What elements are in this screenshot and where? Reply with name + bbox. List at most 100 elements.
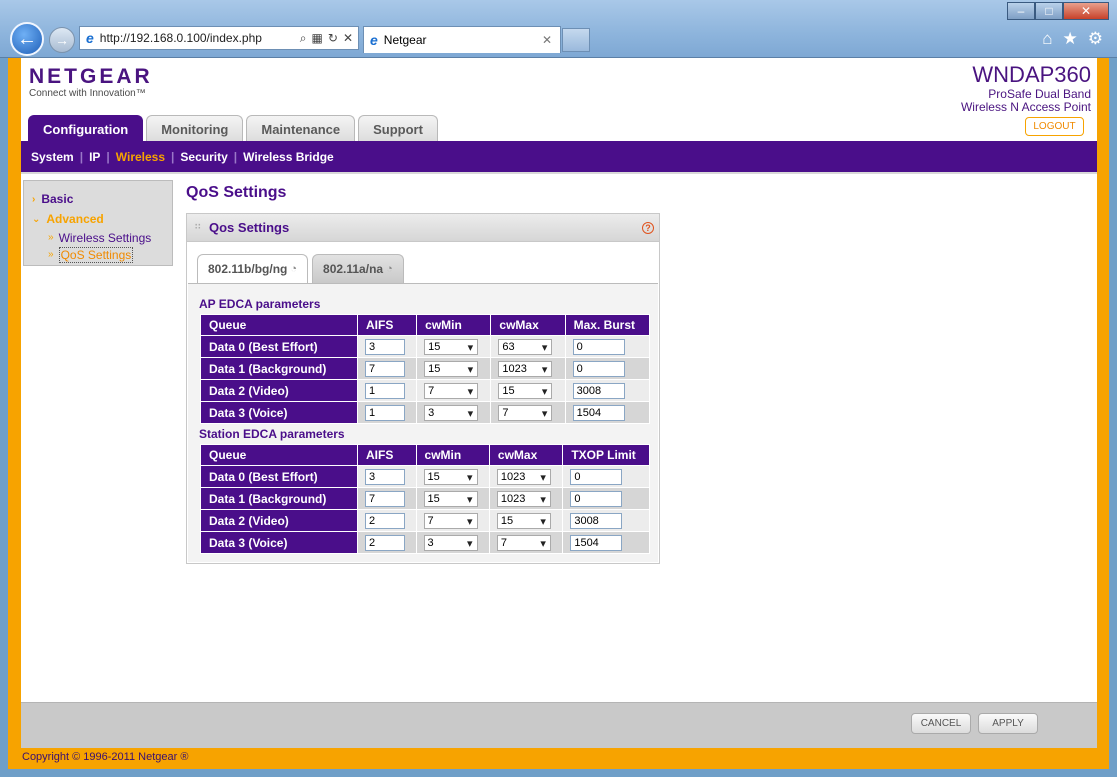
tab-support[interactable]: Support bbox=[358, 115, 438, 142]
aifs-input[interactable]: 7 bbox=[365, 360, 405, 377]
sidebar: › Basic ⌄ Advanced » Wireless Settings »… bbox=[23, 180, 173, 266]
stop-icon[interactable]: ✕ bbox=[343, 31, 353, 46]
table-row: Data 0 (Best Effort) 3 15 1023 0 bbox=[200, 465, 650, 488]
compat-icon[interactable]: ▦ bbox=[312, 31, 323, 46]
table-cell: 15 bbox=[415, 487, 490, 510]
sidebar-item-wireless-settings[interactable]: » Wireless Settings bbox=[32, 229, 172, 246]
page-content: NETGEAR Connect with Innovation™ WNDAP36… bbox=[21, 58, 1097, 748]
station-column-header: cwMax bbox=[488, 444, 564, 466]
cwmin-select[interactable]: 15 bbox=[424, 338, 479, 355]
txop-limit-input[interactable]: 1504 bbox=[570, 534, 623, 551]
cwmin-select[interactable]: 15 bbox=[423, 468, 478, 485]
station-column-header: AIFS bbox=[357, 444, 417, 466]
panel-title: Qos Settings bbox=[209, 220, 290, 235]
aifs-input[interactable]: 1 bbox=[365, 382, 405, 399]
subnav-security[interactable]: Security bbox=[180, 150, 227, 164]
back-button[interactable]: ← bbox=[10, 22, 44, 56]
station-column-header: cwMin bbox=[415, 444, 490, 466]
cwmin-select[interactable]: 15 bbox=[423, 490, 478, 507]
address-bar[interactable]: e http://192.168.0.100/index.php ⌕ ▦ ↻ ✕ bbox=[79, 26, 359, 50]
cwmin-select[interactable]: 7 bbox=[424, 382, 479, 399]
table-row: Data 2 (Video) 1 7 15 3008 bbox=[200, 379, 651, 402]
txop-limit-input[interactable]: 3008 bbox=[570, 512, 623, 529]
tab-configuration[interactable]: Configuration bbox=[28, 115, 144, 142]
queue-label: Data 3 (Voice) bbox=[200, 401, 358, 424]
aifs-input[interactable]: 2 bbox=[365, 512, 405, 529]
cwmin-select[interactable]: 3 bbox=[424, 404, 479, 421]
table-cell: 1023 bbox=[488, 465, 564, 488]
cwmax-select[interactable]: 7 bbox=[496, 534, 551, 551]
favorites-icon[interactable]: ★ bbox=[1063, 29, 1078, 49]
subnav-ip[interactable]: IP bbox=[89, 150, 100, 164]
cwmin-select[interactable]: 7 bbox=[423, 512, 478, 529]
help-icon[interactable]: ? bbox=[642, 222, 654, 234]
apply-button[interactable]: APPLY bbox=[978, 713, 1038, 734]
cwmin-select[interactable]: 15 bbox=[424, 360, 479, 377]
queue-label: Data 2 (Video) bbox=[200, 509, 358, 532]
station-header-row: Queue AIFS cwMin cwMax TXOP Limit bbox=[200, 444, 650, 466]
main-tabs: Configuration Monitoring Maintenance Sup… bbox=[28, 115, 438, 142]
tab-monitoring[interactable]: Monitoring bbox=[146, 115, 244, 142]
new-tab-button[interactable] bbox=[562, 28, 590, 52]
panel-header: ∷ Qos Settings ? bbox=[187, 214, 659, 242]
table-cell: 2 bbox=[357, 509, 417, 532]
table-cell: 15 bbox=[490, 379, 566, 402]
sidebar-item-advanced[interactable]: ⌄ Advanced bbox=[32, 209, 172, 229]
sidebar-item-qos-settings[interactable]: » QoS Settings bbox=[32, 246, 172, 263]
maximize-icon[interactable]: □ bbox=[1035, 2, 1063, 20]
model-line2: Wireless N Access Point bbox=[960, 100, 1091, 114]
logout-button[interactable]: LOGOUT bbox=[1025, 117, 1084, 136]
tab-title: Netgear bbox=[383, 33, 427, 47]
tab-close-icon[interactable]: ✕ bbox=[542, 33, 552, 47]
cwmax-select[interactable]: 15 bbox=[496, 512, 551, 529]
cwmax-select[interactable]: 63 bbox=[498, 338, 553, 355]
max-burst-input[interactable]: 0 bbox=[572, 360, 625, 377]
cwmax-select[interactable]: 1023 bbox=[496, 490, 551, 507]
table-cell: 7 bbox=[415, 509, 490, 532]
model-info: WNDAP360 ProSafe Dual Band Wireless N Ac… bbox=[961, 62, 1091, 114]
subnav-system[interactable]: System bbox=[31, 150, 74, 164]
subnav-separator: | bbox=[79, 149, 84, 164]
subnav-wireless-bridge[interactable]: Wireless Bridge bbox=[243, 150, 334, 164]
wifi-icon: ◔ bbox=[290, 263, 298, 275]
sidebar-item-basic[interactable]: › Basic bbox=[32, 189, 172, 209]
cwmax-select[interactable]: 15 bbox=[498, 382, 553, 399]
sidebar-qos-settings-label: QoS Settings bbox=[58, 246, 134, 263]
table-row: Data 2 (Video) 2 7 15 3008 bbox=[200, 509, 650, 532]
max-burst-input[interactable]: 3008 bbox=[572, 382, 625, 399]
settings-gear-icon[interactable]: ⚙ bbox=[1088, 29, 1103, 49]
table-cell: 1 bbox=[356, 379, 418, 402]
cancel-button[interactable]: CANCEL bbox=[911, 713, 971, 734]
max-burst-input[interactable]: 1504 bbox=[572, 404, 625, 421]
minimize-icon[interactable]: – bbox=[1007, 2, 1035, 20]
aifs-input[interactable]: 3 bbox=[365, 468, 405, 485]
close-icon[interactable]: ✕ bbox=[1063, 2, 1109, 20]
ap-column-header: Max. Burst bbox=[564, 314, 651, 336]
aifs-input[interactable]: 7 bbox=[365, 490, 405, 507]
table-cell: 1 bbox=[356, 401, 418, 424]
refresh-icon[interactable]: ↻ bbox=[328, 31, 338, 46]
cwmax-select[interactable]: 1023 bbox=[498, 360, 553, 377]
home-icon[interactable]: ⌂ bbox=[1042, 29, 1052, 49]
txop-limit-input[interactable]: 0 bbox=[570, 468, 623, 485]
tab-80211bgng[interactable]: 802.11b/bg/ng ◔ bbox=[197, 254, 309, 283]
search-icon[interactable]: ⌕ bbox=[300, 31, 307, 46]
aifs-input[interactable]: 2 bbox=[365, 534, 405, 551]
forward-button[interactable]: → bbox=[49, 27, 75, 53]
divider bbox=[21, 172, 1097, 174]
queue-label: Data 2 (Video) bbox=[200, 379, 358, 402]
ie-icon: e bbox=[370, 32, 378, 48]
tab-maintenance[interactable]: Maintenance bbox=[246, 115, 356, 142]
aifs-input[interactable]: 3 bbox=[365, 338, 405, 355]
table-cell: 7 bbox=[490, 401, 566, 424]
txop-limit-input[interactable]: 0 bbox=[570, 490, 623, 507]
netgear-logo: NETGEAR bbox=[29, 65, 153, 88]
browser-tab[interactable]: e Netgear ✕ bbox=[363, 26, 561, 53]
subnav-wireless[interactable]: Wireless bbox=[116, 150, 165, 164]
cwmax-select[interactable]: 7 bbox=[498, 404, 553, 421]
cwmax-select[interactable]: 1023 bbox=[496, 468, 551, 485]
max-burst-input[interactable]: 0 bbox=[572, 338, 625, 355]
aifs-input[interactable]: 1 bbox=[365, 404, 405, 421]
tab-80211ana[interactable]: 802.11a/na ◔ bbox=[312, 254, 404, 283]
cwmin-select[interactable]: 3 bbox=[423, 534, 478, 551]
